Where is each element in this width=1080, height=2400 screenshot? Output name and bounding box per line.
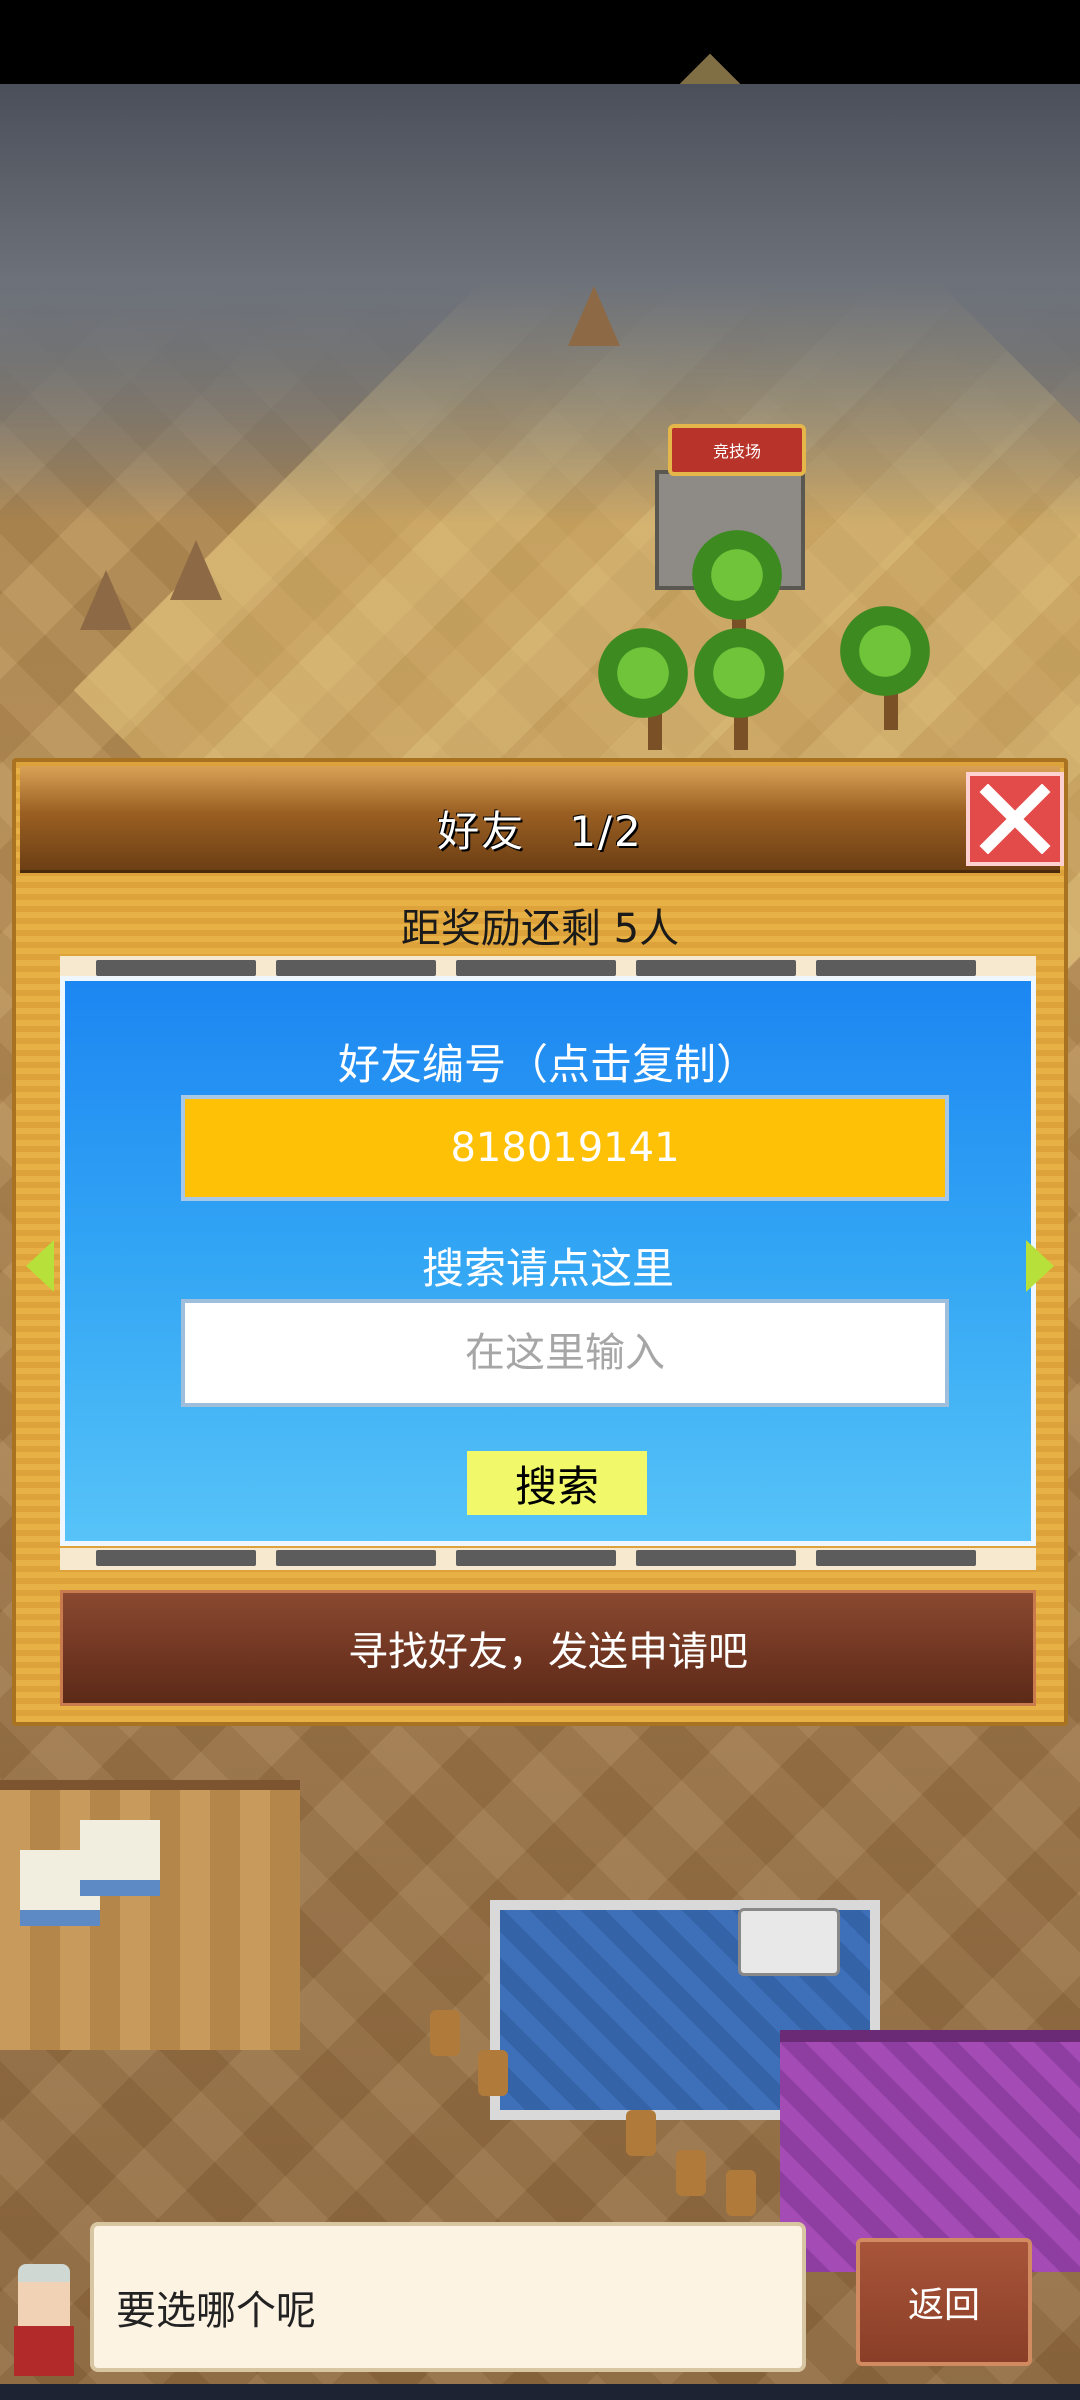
npc-message: 要选哪个呢 [116,2288,316,2334]
reward-progress-text: 距奖励还剩 5人 [400,906,680,952]
friend-slot[interactable] [456,1550,616,1566]
friend-slot[interactable] [96,960,256,976]
friend-slot[interactable] [456,960,616,976]
close-button[interactable] [966,772,1064,866]
purple-room[interactable] [780,2030,1080,2272]
friend-slot[interactable] [816,1550,976,1566]
search-input[interactable] [181,1299,949,1407]
friend-slot[interactable] [276,960,436,976]
search-label: 搜索请点这里 [421,1244,674,1293]
friend-slot[interactable] [816,960,976,976]
friend-id-label: 好友编号（点击复制） [337,1040,758,1089]
palm-tree [692,530,782,620]
friend-slot[interactable] [276,1550,436,1566]
facility-bubble-icon[interactable] [738,1908,840,1976]
find-friends-button[interactable]: 寻找好友，发送申请吧 [60,1590,1036,1706]
npc-head [18,2264,70,2334]
status-bar [0,0,1080,84]
rock [170,540,222,600]
prev-page-arrow-icon[interactable] [26,1240,54,1292]
bottom-edge [0,2384,1080,2400]
friend-list-strip-bottom [60,1548,1036,1570]
bed [80,1820,160,1896]
close-icon [979,784,1051,854]
npc-speech-bubble: 要选哪个呢 [90,2222,806,2372]
friend-search-panel: 好友编号（点击复制） 818019141 搜索请点这里 搜索 [60,976,1036,1546]
npc-avatar [0,2250,86,2380]
rock [568,286,620,346]
fence-post [726,2170,756,2216]
friend-list-strip-top [60,956,1036,978]
wooden-inn[interactable] [0,1780,300,2050]
fence-post [478,2050,508,2096]
fence-post [676,2150,706,2196]
npc-body [14,2326,74,2376]
dialog-header: 好友 1/2 [20,766,1060,873]
friend-id-copy-field[interactable]: 818019141 [181,1095,949,1201]
palm-tree [598,628,688,718]
friend-slot[interactable] [96,1550,256,1566]
dialog-title: 好友 1/2 [437,807,643,856]
arena-sign[interactable]: 竞技场 [668,424,806,476]
fence-post [430,2010,460,2056]
friend-slot[interactable] [636,960,796,976]
friend-slot[interactable] [636,1550,796,1566]
fence-post [626,2110,656,2156]
fog-of-war [0,84,1080,524]
friends-dialog: 好友 1/2 距奖励还剩 5人 好友编号（点击复制） 818019141 搜索请… [12,758,1068,1726]
palm-tree [840,606,930,696]
next-page-arrow-icon[interactable] [1026,1240,1054,1292]
palm-tree [694,628,784,718]
search-button[interactable]: 搜索 [467,1451,647,1515]
rock [80,570,132,630]
back-button[interactable]: 返回 [856,2238,1032,2366]
